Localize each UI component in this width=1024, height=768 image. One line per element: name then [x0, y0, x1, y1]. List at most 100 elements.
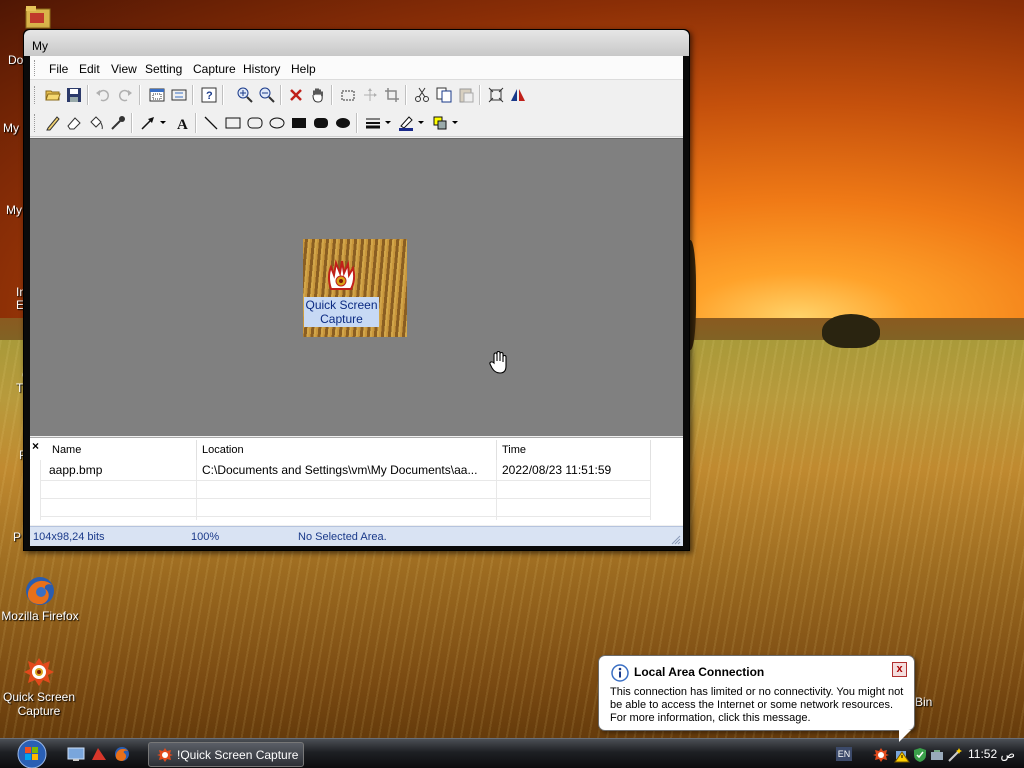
toolbar-grip[interactable] [34, 114, 37, 132]
firefox-quicklaunch-icon[interactable] [113, 746, 131, 762]
paste-icon[interactable] [456, 85, 476, 105]
undo-icon[interactable] [93, 85, 113, 105]
capture-window-icon[interactable] [147, 85, 167, 105]
select-rect-icon[interactable] [338, 85, 358, 105]
captured-image-label: Quick Screen Capture [304, 297, 379, 327]
menu-edit[interactable]: Edit [79, 62, 100, 76]
menu-capture[interactable]: Capture [193, 62, 236, 76]
delete-icon[interactable] [286, 85, 306, 105]
balloon-tail [899, 730, 911, 742]
line-tool-icon[interactable] [201, 113, 221, 133]
eraser-icon[interactable] [64, 113, 84, 133]
column-divider[interactable] [196, 440, 197, 460]
app-window: My File Edit View Setting Capture Histor… [23, 29, 690, 551]
zoom-out-icon[interactable] [257, 85, 277, 105]
column-divider[interactable] [496, 440, 497, 460]
fit-window-icon[interactable] [486, 85, 506, 105]
menu-file[interactable]: File [49, 62, 68, 76]
flip-icon[interactable] [508, 85, 528, 105]
filled-rounded-rect-tool-icon[interactable] [311, 113, 331, 133]
menu-bar: File Edit View Setting Capture History H… [30, 56, 683, 80]
toolbar-separator [131, 113, 133, 133]
menu-help[interactable]: Help [291, 62, 316, 76]
move-icon[interactable] [360, 85, 380, 105]
zoom-in-icon[interactable] [235, 85, 255, 105]
desktop-icon-firefox[interactable]: Mozilla Firefox [0, 575, 80, 623]
network-warning-icon[interactable] [894, 747, 910, 763]
desktop-label-p2[interactable]: P [13, 530, 21, 544]
grid-line [650, 460, 651, 520]
pen-color-dropdown-icon[interactable] [418, 121, 424, 124]
color-picker-icon[interactable] [108, 113, 128, 133]
toolbar-grip[interactable] [34, 86, 37, 104]
capture-region-icon[interactable] [169, 85, 189, 105]
rounded-rect-tool-icon[interactable] [245, 113, 265, 133]
line-width-icon[interactable] [363, 113, 383, 133]
column-divider[interactable] [650, 440, 651, 460]
quick-screen-capture-tray-icon[interactable] [873, 747, 889, 763]
desktop-icon-label: Quick Screen [2, 690, 76, 704]
desktop-icon-quick-screen-capture[interactable]: Quick Screen Capture [0, 656, 79, 718]
status-image-info: 104x98,24 bits [33, 531, 105, 543]
hand-pan-icon[interactable] [308, 85, 328, 105]
status-bar: 104x98,24 bits 100% No Selected Area. [30, 526, 683, 546]
documents-folder-icon[interactable] [24, 4, 52, 30]
captured-image[interactable]: Quick Screen Capture [303, 239, 407, 337]
fill-color-dropdown-icon[interactable] [452, 121, 458, 124]
network-notification-balloon[interactable]: Local Area Connection x This connection … [598, 655, 915, 742]
toolbar-separator [280, 85, 282, 105]
quick-screen-capture-icon [23, 656, 55, 688]
quick-screen-capture-icon [325, 259, 357, 296]
row-divider [40, 516, 650, 517]
filled-ellipse-tool-icon[interactable] [333, 113, 353, 133]
column-header-time[interactable]: Time [502, 444, 526, 456]
arrow-dropdown-icon[interactable] [160, 121, 166, 124]
crop-icon[interactable] [382, 85, 402, 105]
safely-remove-hardware-icon[interactable] [929, 747, 945, 763]
column-header-name[interactable]: Name [52, 444, 81, 456]
window-titlebar[interactable]: My [24, 30, 689, 56]
fill-color-icon[interactable] [430, 113, 450, 133]
quick-launch-app-icon[interactable] [90, 746, 108, 762]
cut-icon[interactable] [412, 85, 432, 105]
open-icon[interactable] [43, 85, 63, 105]
column-header-location[interactable]: Location [202, 444, 244, 456]
balloon-title: Local Area Connection [634, 665, 765, 679]
captured-image-label-line1: Quick Screen [305, 298, 378, 312]
text-tool-icon[interactable]: A [173, 113, 193, 133]
start-button[interactable] [14, 739, 50, 768]
copy-icon[interactable] [434, 85, 454, 105]
desktop-label-recycle-bin[interactable]: Bin [915, 695, 932, 709]
security-shield-icon[interactable] [912, 747, 928, 763]
fill-bucket-icon[interactable] [86, 113, 106, 133]
ellipse-tool-icon[interactable] [267, 113, 287, 133]
pen-color-icon[interactable] [396, 113, 416, 133]
balloon-close-button[interactable]: x [892, 662, 907, 677]
resize-grip-icon[interactable] [669, 533, 681, 545]
desktop-icon-label-2: Capture [17, 704, 61, 718]
menubar-grip[interactable] [34, 60, 37, 76]
menu-view[interactable]: View [111, 62, 137, 76]
row-time: 2022/08/23 11:51:59 [502, 463, 612, 477]
desktop-icon-label: Mozilla Firefox [1, 609, 79, 623]
arrow-tool-icon[interactable] [138, 113, 158, 133]
wand-icon[interactable] [947, 747, 963, 763]
language-indicator[interactable]: EN [836, 747, 852, 761]
taskbar-clock[interactable]: ص 11:52 [968, 747, 1015, 761]
svg-text:?: ? [206, 90, 213, 102]
help-icon[interactable]: ? [199, 85, 219, 105]
history-close-button[interactable]: × [32, 439, 39, 453]
save-icon[interactable] [64, 85, 84, 105]
menu-setting[interactable]: Setting [145, 62, 182, 76]
filled-rect-tool-icon[interactable] [289, 113, 309, 133]
taskbar-button-quick-screen-capture[interactable]: !Quick Screen Capture [148, 742, 304, 767]
rectangle-tool-icon[interactable] [223, 113, 243, 133]
redo-icon[interactable] [115, 85, 135, 105]
image-canvas[interactable]: Quick Screen Capture [30, 138, 683, 436]
menu-history[interactable]: History [243, 62, 280, 76]
line-width-dropdown-icon[interactable] [385, 121, 391, 124]
grid-line [196, 460, 197, 520]
balloon-message[interactable]: This connection has limited or no connec… [610, 686, 910, 725]
show-desktop-icon[interactable] [67, 746, 85, 762]
pencil-icon[interactable] [43, 113, 63, 133]
